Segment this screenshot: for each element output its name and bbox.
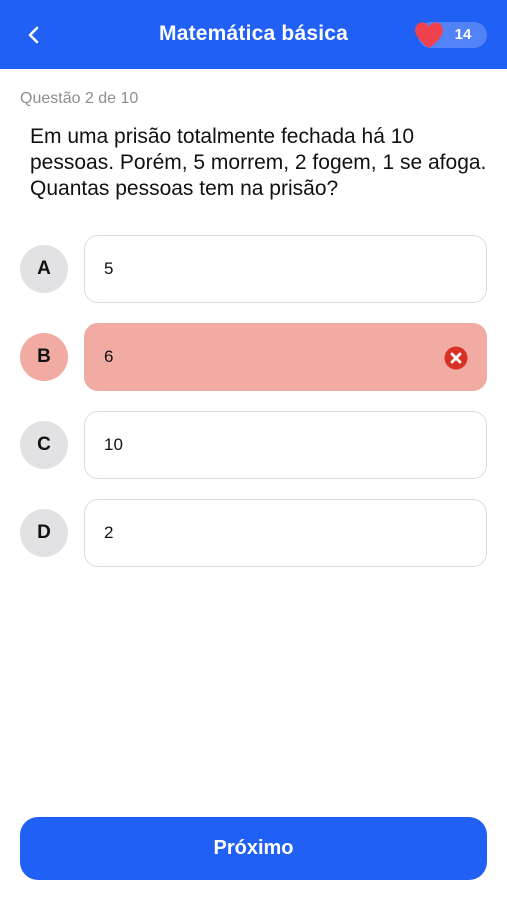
wrong-answer-icon — [444, 346, 468, 370]
answer-button[interactable]: 2 — [84, 499, 487, 567]
header-bar: Matemática básica 14 — [0, 0, 507, 69]
option-letter: C — [20, 421, 68, 469]
next-button[interactable]: Próximo — [20, 817, 487, 880]
option-b[interactable]: B 6 — [20, 323, 487, 391]
answer-text: 2 — [104, 523, 114, 542]
answer-text: 10 — [104, 435, 123, 454]
lives-count: 14 — [454, 26, 472, 43]
answer-button[interactable]: 10 — [84, 411, 487, 479]
option-d[interactable]: D 2 — [20, 499, 487, 567]
answer-button[interactable]: 6 — [84, 323, 487, 391]
heart-icon — [415, 22, 443, 48]
question-progress: Questão 2 de 10 — [20, 90, 139, 107]
option-letter: A — [20, 245, 68, 293]
question-text: Em uma prisão totalmente fechada há 10 p… — [30, 125, 487, 200]
answer-button[interactable]: 5 — [84, 235, 487, 303]
option-a[interactable]: A 5 — [20, 235, 487, 303]
answer-text: 6 — [104, 347, 114, 366]
quiz-screen: Matemática básica 14 Questão 2 de 10 Em … — [0, 0, 507, 900]
option-letter: B — [20, 333, 68, 381]
option-c[interactable]: C 10 — [20, 411, 487, 479]
option-letter: D — [20, 509, 68, 557]
answer-text: 5 — [104, 259, 114, 278]
